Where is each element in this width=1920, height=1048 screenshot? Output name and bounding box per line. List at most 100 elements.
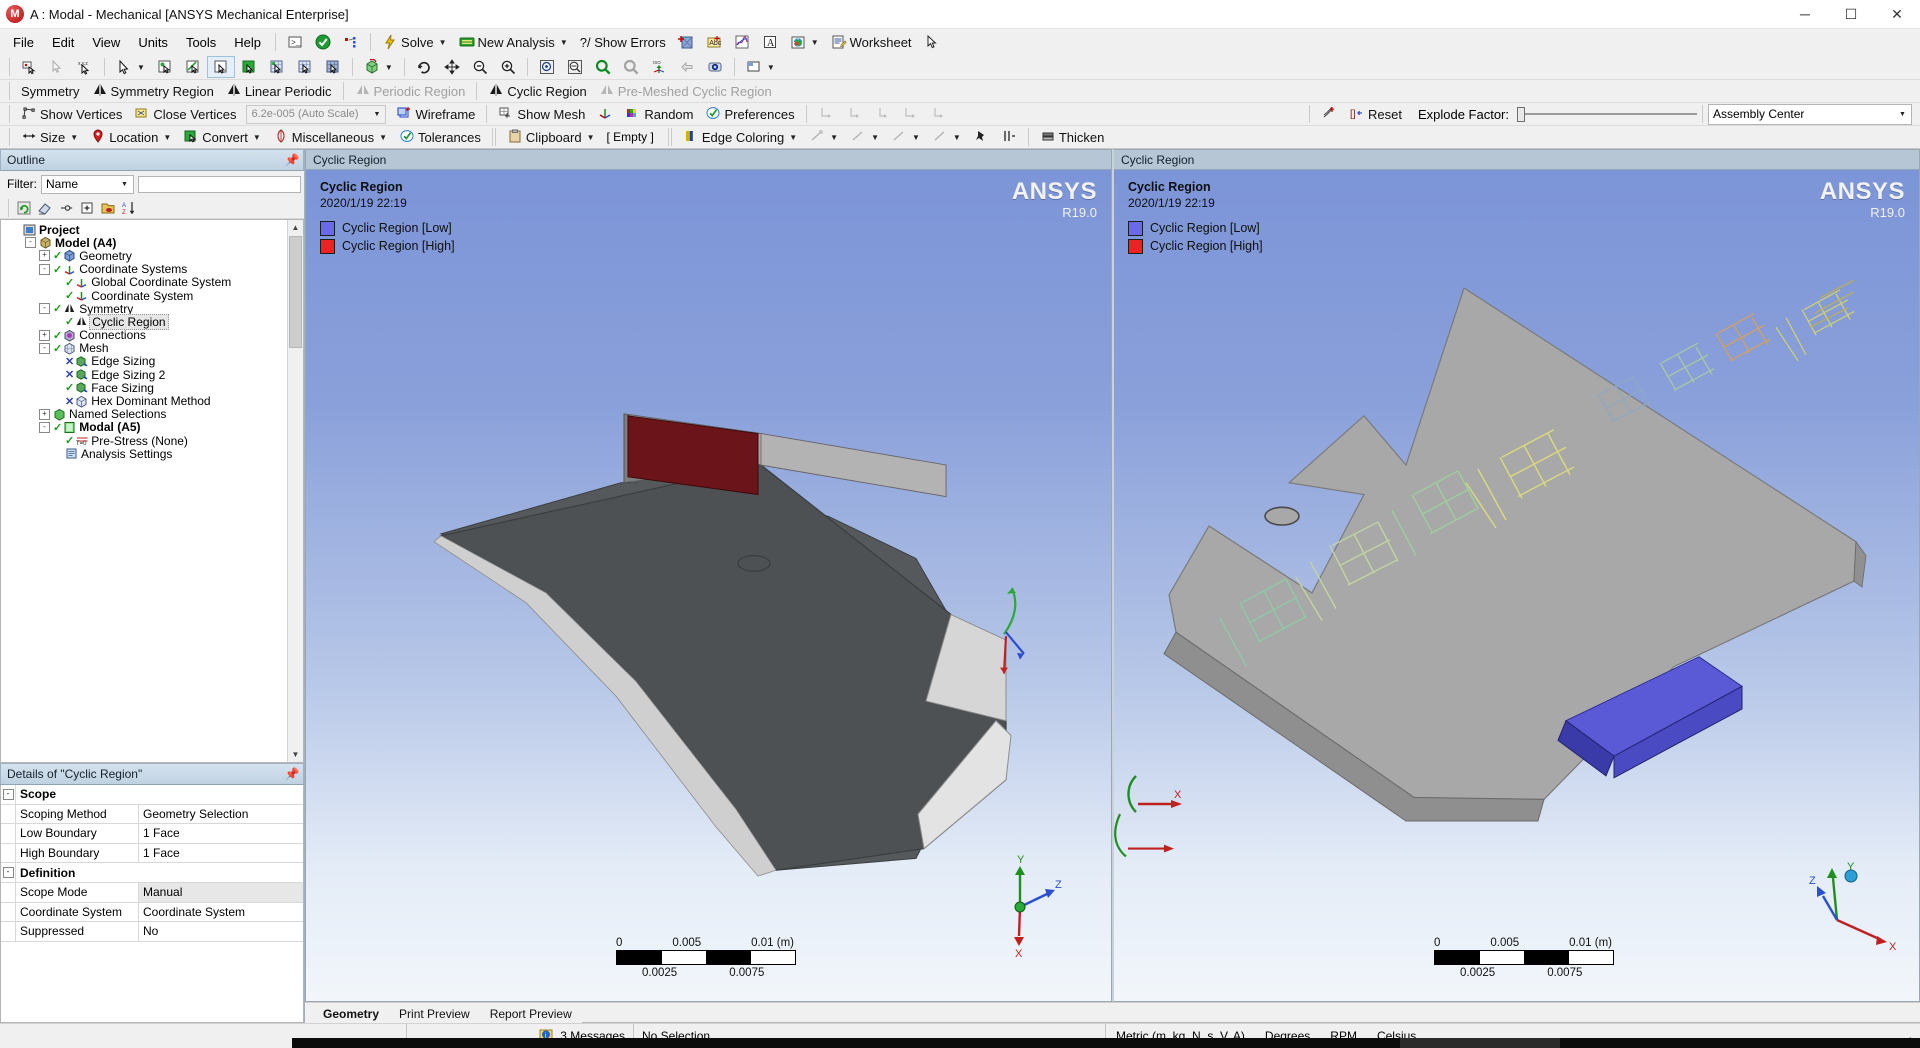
box-select-button[interactable]: ▼ xyxy=(358,56,399,78)
tree-item-connections[interactable]: + ✓ Connections xyxy=(5,328,303,342)
connect-points-button[interactable] xyxy=(337,31,365,53)
symmetry-button[interactable]: Symmetry xyxy=(15,81,86,102)
tree-item-hex-dominant-method[interactable]: ✕ Hex Dominant Method xyxy=(5,394,303,408)
help-pointer-button[interactable] xyxy=(918,31,946,53)
command-window-button[interactable]: >_ xyxy=(281,31,309,53)
chevron-down-icon[interactable]: ▼ xyxy=(370,107,383,122)
tree-item-mesh[interactable]: - ✓ Mesh xyxy=(5,341,303,355)
chevron-down-icon[interactable]: ▼ xyxy=(163,133,171,142)
chevron-down-icon[interactable]: ▼ xyxy=(1896,107,1909,122)
cyclic-region-button[interactable]: Cyclic Region xyxy=(482,80,592,102)
zoom-to-fit-button[interactable] xyxy=(561,56,589,78)
tree-item-edge-sizing-2[interactable]: ✕ Edge Sizing 2 xyxy=(5,368,303,382)
rotate-button[interactable] xyxy=(410,56,438,78)
body-select-button[interactable] xyxy=(235,56,263,78)
pin-icon[interactable]: 📌 xyxy=(284,153,300,167)
chevron-down-icon[interactable]: ▼ xyxy=(789,133,797,142)
miscellaneous-button[interactable]: Miscellaneous ▼ xyxy=(267,126,393,148)
edge-split-button[interactable] xyxy=(995,126,1023,148)
thicken-annotations-button[interactable] xyxy=(591,103,619,125)
chart-button[interactable] xyxy=(728,31,756,53)
edge-tool-4-button[interactable]: ▼ xyxy=(926,126,967,148)
tree-item-pre-stress-none[interactable]: ✓ T=0 Pre-Stress (None) xyxy=(5,434,303,448)
iso-view-button[interactable]: ISO xyxy=(645,56,673,78)
viewport-left[interactable]: Cyclic Region Y Z X Cyclic Region 2020/1… xyxy=(305,149,1112,1002)
outline-tree[interactable]: Project - Model (A4) + ✓ Geometry - ✓ Coordinate… xyxy=(0,219,304,763)
previous-view-button[interactable] xyxy=(673,56,701,78)
close-vertices-button[interactable]: Close Vertices xyxy=(128,103,242,125)
collapse-icon[interactable]: - xyxy=(25,237,36,249)
explode-reset-icon-button[interactable] xyxy=(1315,103,1343,125)
new-section-plane-button[interactable] xyxy=(672,31,700,53)
slider-thumb[interactable] xyxy=(1517,107,1525,122)
viewport-left-canvas[interactable]: Y Z X Cyclic Region 2020/1/19 22:19 Cycl… xyxy=(306,170,1111,1001)
details-property-value[interactable]: 1 Face xyxy=(139,844,303,863)
details-property-row[interactable]: High Boundary 1 Face xyxy=(1,843,303,864)
pin-annotation-button[interactable] xyxy=(967,126,995,148)
expand-all-icon[interactable] xyxy=(79,200,95,216)
scroll-down-icon[interactable]: ▼ xyxy=(288,747,303,762)
explode-reset-button[interactable]: [] Reset xyxy=(1343,103,1408,125)
auto-scale-combo[interactable]: 6.2e-005 (Auto Scale) ▼ xyxy=(246,104,387,124)
chevron-down-icon[interactable]: ▼ xyxy=(811,38,819,47)
chevron-down-icon[interactable]: ▼ xyxy=(253,133,261,142)
node-select-button[interactable] xyxy=(263,56,291,78)
linear-periodic-button[interactable]: Linear Periodic xyxy=(220,80,338,102)
location-button[interactable]: Location ▼ xyxy=(84,126,177,148)
details-property-value[interactable]: No xyxy=(139,922,303,941)
chevron-down-icon[interactable]: ▼ xyxy=(587,133,595,142)
viewport-right-canvas[interactable]: X Y Z X Cyclic Region 2020/1/19 22:19 Cy… xyxy=(1114,170,1919,1001)
expand-branch-icon[interactable] xyxy=(58,200,74,216)
text-annotation-button[interactable]: A xyxy=(756,31,784,53)
magnify-grey-button[interactable] xyxy=(617,56,645,78)
tree-item-cyclic-region[interactable]: ✓ Cyclic Region xyxy=(5,313,303,330)
symmetry-region-button[interactable]: Symmetry Region xyxy=(86,80,220,102)
single-select-button[interactable] xyxy=(43,56,71,78)
close-button[interactable]: ✕ xyxy=(1874,0,1920,28)
tab-report-preview[interactable]: Report Preview xyxy=(480,1006,582,1023)
zoom-in-button[interactable] xyxy=(494,56,522,78)
folder-filter-icon[interactable] xyxy=(100,200,116,216)
details-property-value[interactable]: Geometry Selection xyxy=(139,805,303,824)
edge-direction-1-button[interactable] xyxy=(812,103,840,125)
chevron-down-icon[interactable]: ▼ xyxy=(385,63,393,72)
magnify-green-button[interactable] xyxy=(589,56,617,78)
expand-icon[interactable]: + xyxy=(39,250,50,262)
collapse-icon[interactable]: - xyxy=(39,303,50,315)
size-button[interactable]: Size ▼ xyxy=(15,126,84,148)
box-zoom-button[interactable] xyxy=(533,56,561,78)
menu-tools[interactable]: Tools xyxy=(177,32,225,53)
edge-tool-3-button[interactable]: ▼ xyxy=(885,126,926,148)
details-collapse-icon[interactable]: - xyxy=(1,863,16,882)
pin-icon[interactable]: 📌 xyxy=(284,767,300,781)
new-analysis-button[interactable]: New Analysis ▼ xyxy=(453,31,574,53)
details-property-row[interactable]: Scoping Method Geometry Selection xyxy=(1,804,303,825)
filter-type-combo[interactable]: Name ▼ xyxy=(41,174,134,194)
menu-help[interactable]: Help xyxy=(225,32,270,53)
tab-print-preview[interactable]: Print Preview xyxy=(389,1006,480,1023)
show-vertices-button[interactable]: Show Vertices xyxy=(15,103,128,125)
tree-item-modal-a5[interactable]: - ✓ Modal (A5) xyxy=(5,420,303,434)
outline-scrollbar[interactable]: ▲ ▼ xyxy=(287,220,303,762)
collapse-icon[interactable]: - xyxy=(39,421,50,433)
details-property-row[interactable]: Coordinate System Coordinate System xyxy=(1,902,303,923)
worksheet-button[interactable]: Worksheet xyxy=(825,31,918,53)
new-annotation-button[interactable]: Abc xyxy=(700,31,728,53)
preferences-button[interactable]: Preferences xyxy=(699,103,800,125)
edge-select-button[interactable] xyxy=(179,56,207,78)
menu-file[interactable]: File xyxy=(4,32,43,53)
minimize-button[interactable]: ─ xyxy=(1782,0,1828,28)
details-property-row[interactable]: Suppressed No xyxy=(1,922,303,942)
wireframe-button[interactable]: Wireframe xyxy=(390,103,481,125)
chevron-down-icon[interactable]: ▼ xyxy=(439,38,447,47)
edge-tool-2-button[interactable]: ▼ xyxy=(844,126,885,148)
tolerances-button[interactable]: Tolerances xyxy=(393,126,487,148)
details-property-value[interactable]: Coordinate System xyxy=(139,903,303,922)
edge-direction-4-button[interactable] xyxy=(896,103,924,125)
chevron-down-icon[interactable]: ▼ xyxy=(560,38,568,47)
pre-meshed-cyclic-region-button[interactable]: Pre-Meshed Cyclic Region xyxy=(593,80,778,102)
tree-item-model-a4[interactable]: - Model (A4) xyxy=(5,236,303,250)
image-capture-button[interactable]: ▼ xyxy=(784,31,825,53)
face-select-button[interactable] xyxy=(206,56,235,78)
chevron-down-icon[interactable]: ▼ xyxy=(379,133,387,142)
